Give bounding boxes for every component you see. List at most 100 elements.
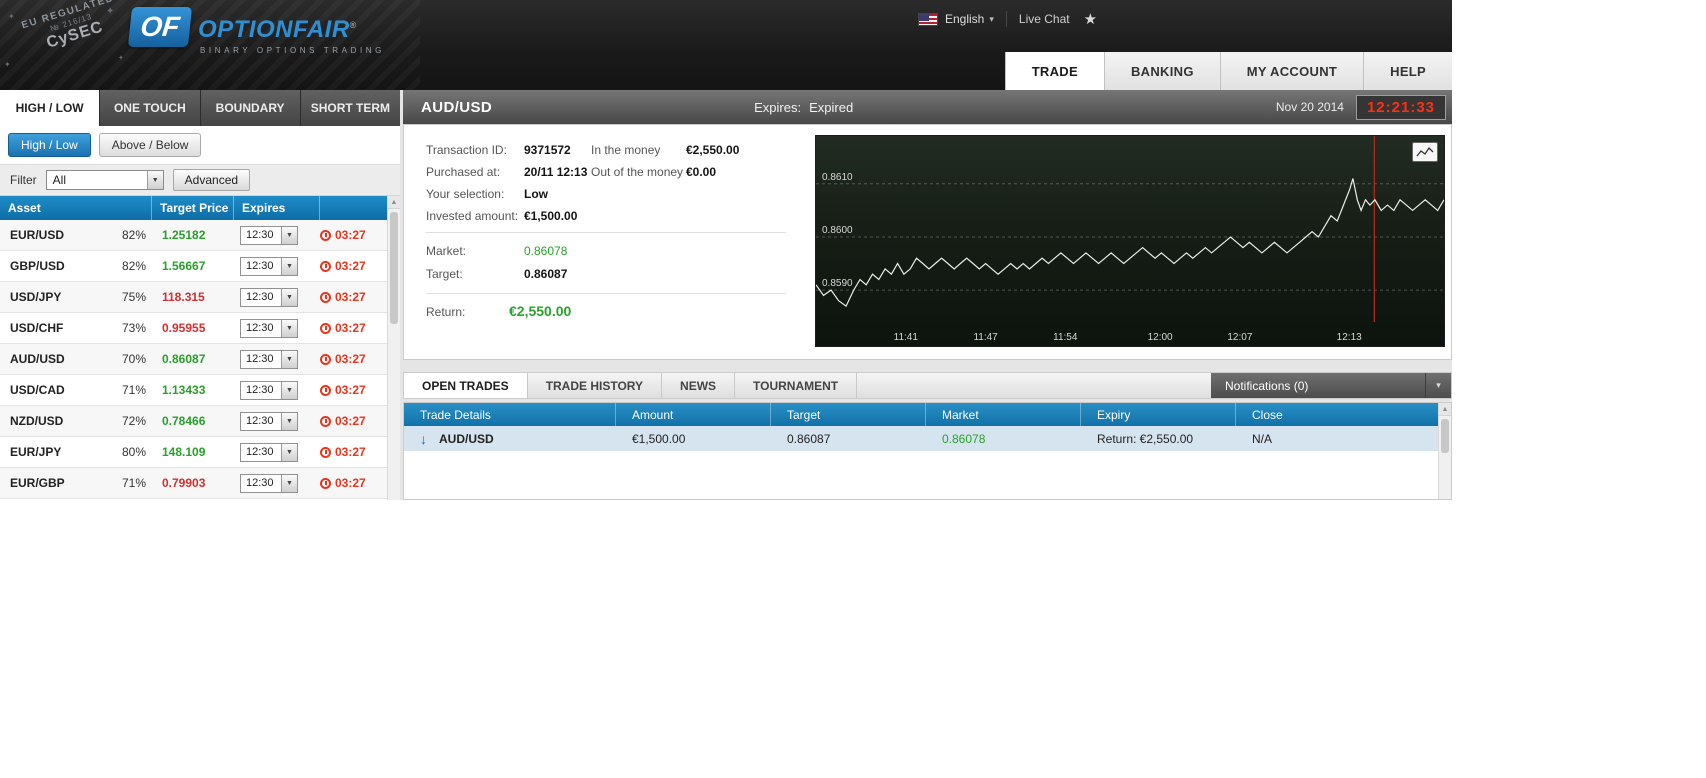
trades-header-cell: Market xyxy=(926,403,1081,426)
scroll-up-icon[interactable]: ▲ xyxy=(1439,403,1451,416)
option-type-tab[interactable]: ONE TOUCH xyxy=(100,90,201,126)
asset-row[interactable]: AUD/USD 70% 0.86087 12:30 ▼ 03:27 xyxy=(0,344,387,375)
trades-scrollbar[interactable]: ▲ xyxy=(1438,403,1451,499)
clock-icon xyxy=(320,229,331,241)
asset-payout: 71% xyxy=(121,383,146,397)
asset-row[interactable]: NZD/USD 72% 0.78466 12:30 ▼ 03:27 xyxy=(0,406,387,437)
countdown: 03:27 xyxy=(320,383,366,397)
dropdown-arrow-icon[interactable]: ▼ xyxy=(281,319,297,337)
nav-tab[interactable]: HELP xyxy=(1363,52,1452,90)
decor-star-icon: ✦ xyxy=(4,60,11,69)
chevron-down-icon[interactable]: ▾ xyxy=(1425,373,1451,398)
advanced-button[interactable]: Advanced xyxy=(172,169,251,191)
countdown-text: 03:27 xyxy=(335,228,366,242)
chart-type-icon[interactable] xyxy=(1412,142,1438,162)
expiry-dropdown[interactable]: 12:30 ▼ xyxy=(240,380,298,400)
favorite-star-icon[interactable]: ★ xyxy=(1084,10,1097,28)
asset-row[interactable]: EUR/GBP 71% 0.79903 12:30 ▼ 03:27 xyxy=(0,468,387,499)
utility-bar: English ▾ Live Chat ★ xyxy=(918,9,1097,29)
expiry-dropdown[interactable]: 12:30 ▼ xyxy=(240,442,298,462)
expiry-value: 12:30 xyxy=(246,477,274,489)
sidebar-scrollbar[interactable]: ▲ xyxy=(387,196,400,500)
bottom-tab[interactable]: NEWS xyxy=(662,373,736,398)
countdown: 03:27 xyxy=(320,228,366,242)
dropdown-arrow-icon[interactable]: ▼ xyxy=(281,350,297,368)
nav-tab[interactable]: TRADE xyxy=(1004,52,1104,90)
dropdown-arrow-icon[interactable]: ▼ xyxy=(281,474,297,492)
expiry-dropdown[interactable]: 12:30 ▼ xyxy=(240,287,298,307)
dropdown-arrow-icon[interactable]: ▼ xyxy=(281,381,297,399)
scroll-up-icon[interactable]: ▲ xyxy=(388,196,400,209)
scrollbar-thumb[interactable] xyxy=(1441,419,1449,453)
asset-name: USD/CAD xyxy=(10,383,65,397)
nav-tab[interactable]: MY ACCOUNT xyxy=(1219,52,1364,90)
market-label: Market: xyxy=(426,244,467,258)
filter-bar: Filter All ▼ Advanced xyxy=(0,164,400,196)
expiry-dropdown[interactable]: 12:30 ▼ xyxy=(240,318,298,338)
option-type-tab[interactable]: SHORT TERM xyxy=(300,90,400,126)
transaction-id-value: 9371572 xyxy=(524,143,571,157)
expiry-dropdown[interactable]: 12:30 ▼ xyxy=(240,225,298,245)
expiry-dropdown[interactable]: 12:30 ▼ xyxy=(240,256,298,276)
asset-row[interactable]: USD/JPY 75% 118.315 12:30 ▼ 03:27 xyxy=(0,282,387,313)
purchased-at-value: 20/11 12:13 xyxy=(524,165,588,179)
brand-logo-mark: OF xyxy=(127,7,193,47)
asset-row[interactable]: GBP/USD 82% 1.56667 12:30 ▼ 03:27 xyxy=(0,251,387,282)
bottom-tab[interactable]: OPEN TRADES xyxy=(404,373,528,398)
expiry-dropdown[interactable]: 12:30 ▼ xyxy=(240,473,298,493)
open-trades-rows: ↓ AUD/USD €1,500.00 0.86087 0.86078 Retu… xyxy=(404,426,1451,452)
brand-text: OPTIONFAIR xyxy=(198,16,350,43)
dropdown-arrow-icon[interactable]: ▼ xyxy=(281,443,297,461)
nav-tab-label: BANKING xyxy=(1130,63,1194,79)
dropdown-arrow-icon[interactable]: ▼ xyxy=(281,257,297,275)
filter-label: Filter xyxy=(10,173,37,187)
expiry-dropdown[interactable]: 12:30 ▼ xyxy=(240,411,298,431)
option-type-tab[interactable]: BOUNDARY xyxy=(200,90,301,126)
bottom-tab-label: TRADE HISTORY xyxy=(545,378,644,393)
live-chat-link[interactable]: Live Chat xyxy=(1019,12,1070,26)
dropdown-arrow-icon[interactable]: ▼ xyxy=(281,412,297,430)
dropdown-arrow-icon[interactable]: ▼ xyxy=(146,171,163,189)
option-subtab[interactable]: High / Low xyxy=(8,133,91,157)
clock-icon xyxy=(320,415,331,427)
notifications-toggle[interactable]: Notifications (0) ▾ xyxy=(1211,373,1451,398)
option-subtab[interactable]: Above / Below xyxy=(98,133,202,157)
asset-row[interactable]: EUR/USD 82% 1.25182 12:30 ▼ 03:27 xyxy=(0,220,387,251)
asset-name: USD/JPY xyxy=(10,290,62,304)
expiry-dropdown[interactable]: 12:30 ▼ xyxy=(240,349,298,369)
filter-select[interactable]: All ▼ xyxy=(45,170,164,190)
bottom-tab-bar: OPEN TRADES TRADE HISTORY NEWS TOURNAMENT N… xyxy=(403,372,1452,399)
asset-row[interactable]: USD/CAD 71% 1.13433 12:30 ▼ 03:27 xyxy=(0,375,387,406)
asset-row[interactable]: EUR/JPY 80% 148.109 12:30 ▼ 03:27 xyxy=(0,437,387,468)
bottom-tab[interactable]: TOURNAMENT xyxy=(735,373,858,398)
asset-header-cell: Target Price xyxy=(152,196,234,220)
bottom-tab[interactable]: TRADE HISTORY xyxy=(528,373,663,398)
regulation-badge: EU REGULATED № 216/13 CySEC xyxy=(13,0,132,61)
asset-table-header: Asset Target Price Expires xyxy=(0,196,387,220)
return-label: Return: xyxy=(426,305,466,319)
asset-table: EUR/USD 82% 1.25182 12:30 ▼ 03:27 GBP/US… xyxy=(0,220,387,499)
trade-details-cell: ↓ AUD/USD xyxy=(404,431,616,447)
dropdown-arrow-icon[interactable]: ▼ xyxy=(281,288,297,306)
language-selector[interactable]: English xyxy=(945,12,984,26)
asset-target-price: 0.79903 xyxy=(162,476,206,490)
expiry-value: 12:30 xyxy=(246,384,274,396)
app-window: ✦ ✦ ✦ ✦ EU REGULATED № 216/13 CySEC OF O… xyxy=(0,0,1706,778)
asset-row[interactable]: USD/CHF 73% 0.95955 12:30 ▼ 03:27 xyxy=(0,313,387,344)
option-subtab-label: High / Low xyxy=(21,138,78,152)
option-type-tab-label: BOUNDARY xyxy=(215,101,285,115)
expiry-value: 12:30 xyxy=(246,446,274,458)
open-trade-row[interactable]: ↓ AUD/USD €1,500.00 0.86087 0.86078 Retu… xyxy=(404,426,1438,452)
asset-header-cell: Expires xyxy=(234,196,320,220)
expires-value: Expired xyxy=(809,99,854,115)
countdown: 03:27 xyxy=(320,414,366,428)
selection-value: Low xyxy=(524,187,548,201)
bottom-tab-label: TOURNAMENT xyxy=(753,378,839,393)
price-chart-canvas: 0.8610 0.8600 0.8590 11:41 11:47 11:54 12:00 12… xyxy=(816,136,1444,343)
scrollbar-thumb[interactable] xyxy=(390,212,398,324)
nav-tab[interactable]: BANKING xyxy=(1103,52,1220,90)
option-type-tab[interactable]: HIGH / LOW xyxy=(0,90,101,126)
chevron-down-icon[interactable]: ▾ xyxy=(989,14,994,25)
dropdown-arrow-icon[interactable]: ▼ xyxy=(281,226,297,244)
asset-name: EUR/JPY xyxy=(10,445,62,459)
